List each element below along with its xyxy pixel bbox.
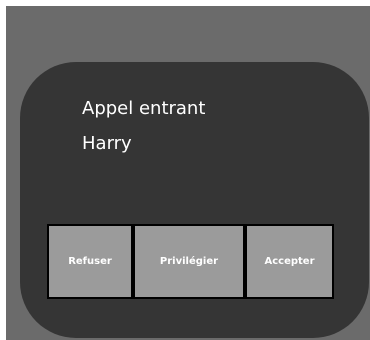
prioritize-button[interactable]: Privilégier [135,226,243,297]
caller-name: Harry [82,133,132,154]
accept-button[interactable]: Accepter [247,226,332,297]
softkey-bar: Refuser Privilégier Accepter [47,224,334,299]
reject-button[interactable]: Refuser [49,226,131,297]
call-status-text: Appel entrant [82,98,206,119]
device-frame: Appel entrant Harry Refuser Privilégier … [6,6,370,340]
call-screen: Appel entrant Harry Refuser Privilégier … [20,62,369,338]
